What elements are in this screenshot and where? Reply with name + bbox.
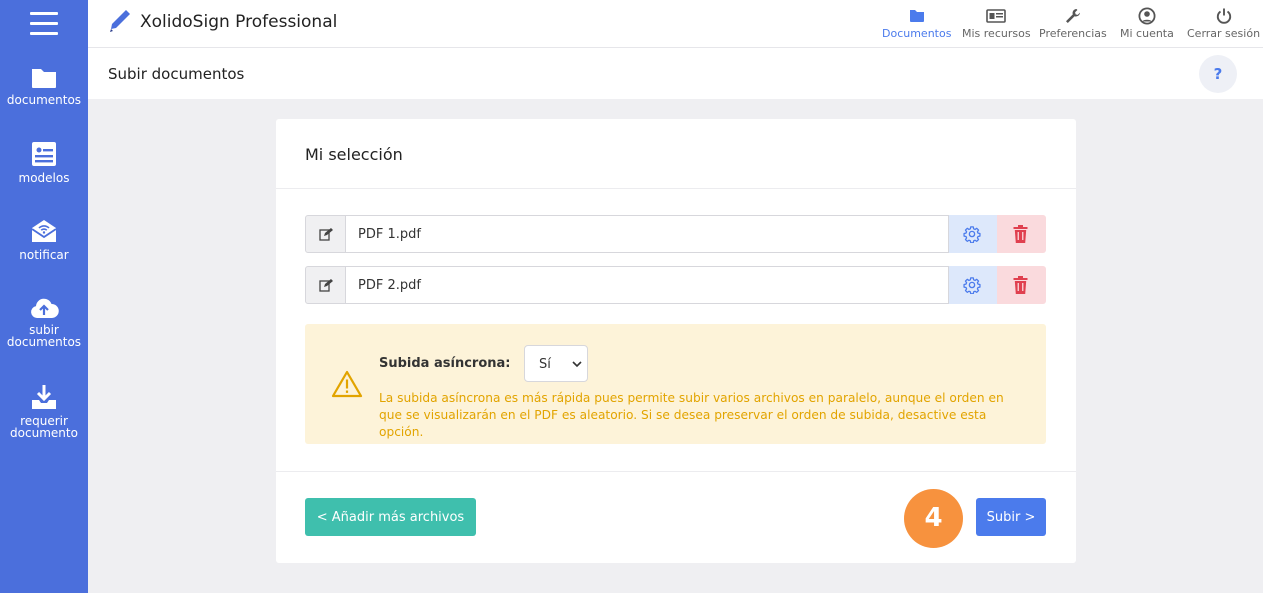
trash-icon: [1013, 225, 1028, 243]
app-title: XolidoSign Professional: [140, 12, 338, 32]
nav-documentos[interactable]: Documentos: [882, 7, 951, 40]
gear-icon: [963, 277, 981, 294]
edit-file-button[interactable]: [305, 266, 346, 304]
file-settings-button[interactable]: [949, 215, 997, 253]
async-upload-message: La subida asíncrona es más rápida pues p…: [379, 391, 1004, 439]
sidebar-item-modelos[interactable]: modelos: [0, 140, 88, 184]
menu-icon[interactable]: [30, 12, 58, 36]
folder-icon: [909, 10, 924, 22]
add-more-files-button[interactable]: < Añadir más archivos: [305, 498, 476, 536]
nav-label: Cerrar sesión: [1187, 27, 1261, 40]
edit-icon: [319, 228, 333, 241]
edit-icon: [319, 279, 333, 292]
trash-icon: [1013, 276, 1028, 294]
nav-label: Preferencias: [1039, 27, 1107, 40]
nav-preferencias[interactable]: Preferencias: [1039, 7, 1107, 40]
sidebar-item-label: documento: [10, 426, 78, 440]
selection-card: Mi selección Subida asíncrona: Sí: [276, 119, 1076, 563]
template-icon: [32, 142, 56, 166]
page-header: Subir documentos ?: [88, 48, 1263, 99]
chevron-down-icon: [572, 361, 582, 368]
cloud-upload-icon: [31, 298, 59, 318]
help-button[interactable]: ?: [1199, 55, 1237, 93]
sidebar-item-label: modelos: [18, 171, 70, 185]
divider: [276, 471, 1076, 472]
download-tray-icon: [32, 385, 56, 409]
file-row: [305, 215, 1046, 253]
edit-file-button[interactable]: [305, 215, 346, 253]
async-upload-select[interactable]: Sí: [524, 345, 588, 382]
delete-file-button[interactable]: [997, 266, 1046, 304]
sidebar-item-label: documentos: [6, 93, 82, 107]
file-name-input[interactable]: [346, 215, 949, 253]
folder-icon: [32, 69, 56, 88]
top-bar: XolidoSign Professional Documentos Mis r…: [88, 0, 1263, 48]
sidebar-item-requerir-documento[interactable]: requerir documento: [0, 383, 88, 439]
sidebar-item-label: documentos: [6, 335, 82, 349]
warning-icon: [331, 370, 363, 398]
nav-cerrar-sesion[interactable]: Cerrar sesión: [1187, 7, 1260, 40]
nav-label: Mis recursos: [962, 27, 1031, 40]
nav-mi-cuenta[interactable]: Mi cuenta: [1120, 7, 1174, 40]
divider: [276, 188, 1076, 189]
power-icon: [1216, 8, 1231, 24]
nav-mis-recursos[interactable]: Mis recursos: [962, 7, 1031, 40]
step-badge: 4: [904, 489, 963, 548]
sidebar-item-notificar[interactable]: notificar: [0, 217, 88, 261]
id-card-icon: [986, 9, 1007, 23]
upload-button[interactable]: Subir >: [976, 498, 1046, 536]
nav-label: Mi cuenta: [1120, 27, 1174, 40]
async-upload-value: Sí: [539, 357, 551, 372]
nav-label: Documentos: [882, 27, 952, 40]
user-circle-icon: [1138, 7, 1156, 25]
wrench-icon: [1065, 9, 1080, 23]
sidebar: documentos modelos notificar subir docum…: [0, 0, 88, 593]
file-row: [305, 266, 1046, 304]
file-name-input[interactable]: [346, 266, 949, 304]
card-title: Mi selección: [305, 145, 403, 164]
envelope-icon: [31, 220, 57, 242]
pen-icon: [110, 10, 130, 32]
delete-file-button[interactable]: [997, 215, 1046, 253]
sidebar-item-subir-documentos[interactable]: subir documentos: [0, 296, 88, 348]
async-upload-alert: Subida asíncrona: Sí La subida asíncrona…: [305, 324, 1046, 444]
page-title: Subir documentos: [108, 65, 245, 83]
sidebar-item-label: notificar: [19, 248, 69, 262]
file-settings-button[interactable]: [949, 266, 997, 304]
sidebar-item-documentos[interactable]: documentos: [0, 66, 88, 106]
async-upload-label: Subida asíncrona:: [379, 356, 511, 371]
gear-icon: [963, 226, 981, 243]
